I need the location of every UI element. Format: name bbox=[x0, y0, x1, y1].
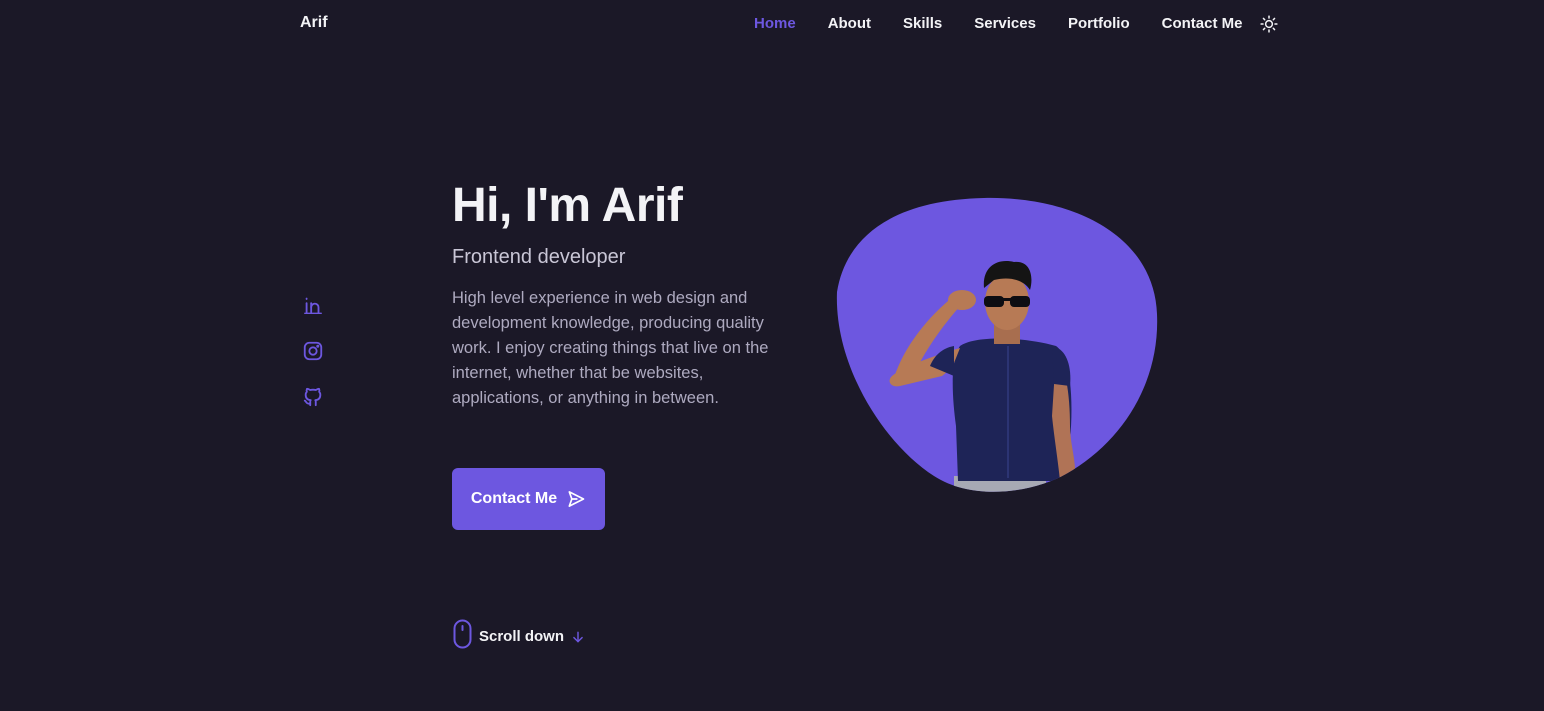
arrow-down-icon bbox=[571, 630, 585, 644]
logo[interactable]: Arif bbox=[300, 14, 328, 32]
hero-description: High level experience in web design and … bbox=[452, 289, 769, 407]
sun-icon[interactable] bbox=[1260, 15, 1279, 33]
mouse-icon bbox=[453, 619, 472, 654]
scroll-down-link[interactable]: Scroll down bbox=[453, 619, 585, 654]
send-icon bbox=[566, 489, 586, 509]
nav-item-skills[interactable]: Skills bbox=[903, 14, 942, 34]
linkedin-icon[interactable] bbox=[302, 294, 324, 316]
github-icon[interactable] bbox=[302, 386, 324, 408]
header: Arif Home About Skills Services Portfoli… bbox=[0, 0, 1544, 48]
nav-item-services[interactable]: Services bbox=[974, 14, 1036, 34]
nav-item-home[interactable]: Home bbox=[754, 14, 796, 34]
hero-subtitle: Frontend developer bbox=[452, 246, 626, 268]
scroll-down-label: Scroll down bbox=[479, 628, 565, 645]
contact-me-label: Contact Me bbox=[470, 490, 558, 507]
hero-title: Hi, I'm Arif bbox=[452, 179, 683, 232]
main-nav: Home About Skills Services Portfolio Con… bbox=[754, 14, 1279, 34]
page: Arif Home About Skills Services Portfoli… bbox=[0, 0, 1544, 711]
social-links bbox=[302, 294, 324, 432]
hero-image bbox=[834, 196, 1160, 498]
nav-item-about[interactable]: About bbox=[828, 14, 871, 34]
nav-item-portfolio[interactable]: Portfolio bbox=[1068, 14, 1130, 34]
contact-me-button[interactable]: Contact Me bbox=[452, 468, 605, 530]
instagram-icon[interactable] bbox=[302, 340, 324, 362]
nav-item-contact[interactable]: Contact Me bbox=[1162, 14, 1243, 34]
